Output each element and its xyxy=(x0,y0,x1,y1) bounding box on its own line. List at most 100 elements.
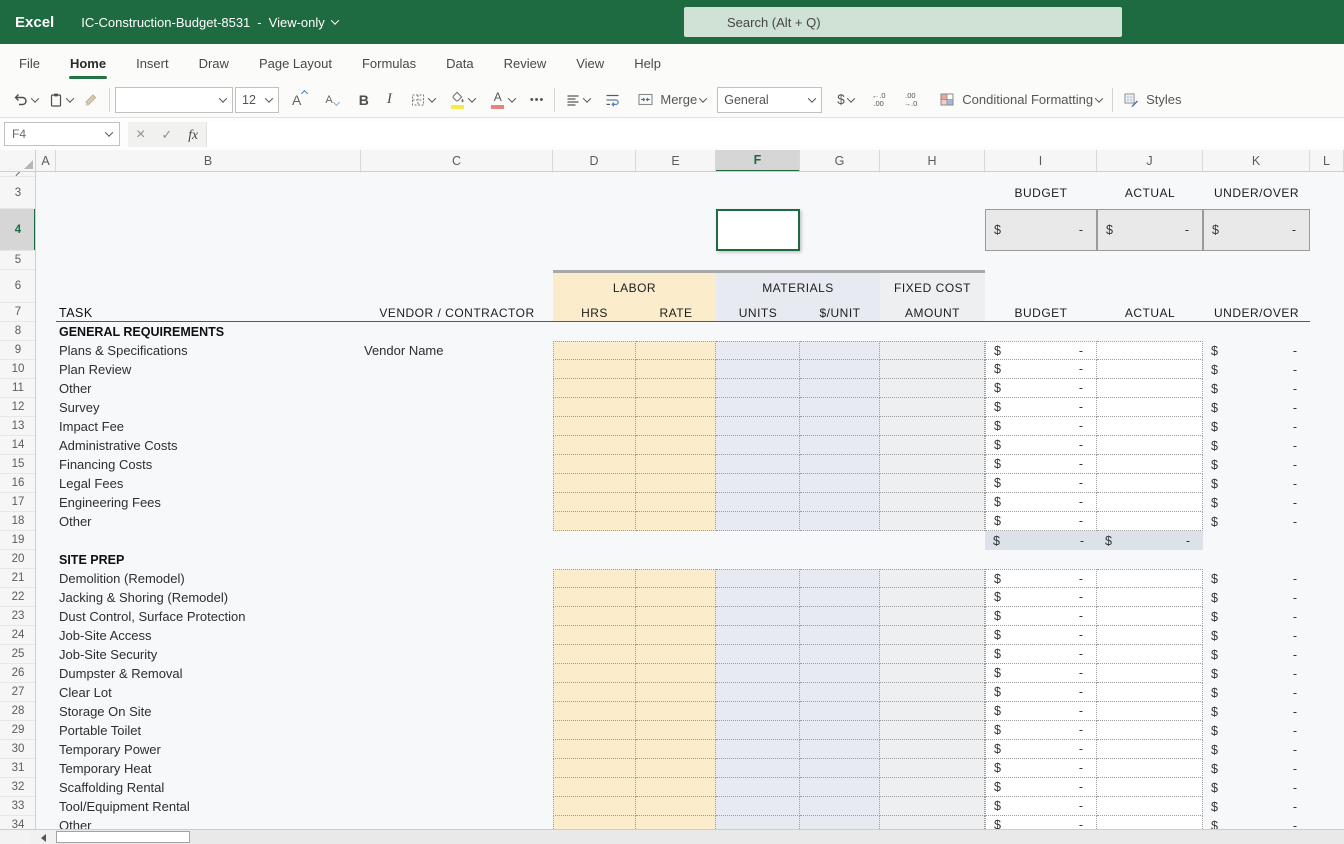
conditional-formatting-button[interactable]: Conditional Formatting xyxy=(934,86,1107,114)
cell-E24[interactable] xyxy=(636,626,716,645)
select-all-button[interactable] xyxy=(0,150,36,172)
cell-K22[interactable]: $- xyxy=(1203,588,1310,607)
cell-K15[interactable]: $- xyxy=(1203,455,1310,474)
row-header-13[interactable]: 13 xyxy=(0,417,36,436)
row-header-14[interactable]: 14 xyxy=(0,436,36,455)
cell-J29[interactable] xyxy=(1097,721,1203,740)
cell-J34[interactable] xyxy=(1097,816,1203,829)
cell-E12[interactable] xyxy=(636,398,716,417)
cell-J18[interactable] xyxy=(1097,512,1203,531)
tab-home[interactable]: Home xyxy=(55,44,121,82)
cell-G22[interactable] xyxy=(800,588,880,607)
cell-D27[interactable] xyxy=(553,683,636,702)
cell-D21[interactable] xyxy=(553,569,636,588)
cell-B32[interactable]: Scaffolding Rental xyxy=(56,778,361,797)
cell-J24[interactable] xyxy=(1097,626,1203,645)
cell-D24[interactable] xyxy=(553,626,636,645)
cell-J30[interactable] xyxy=(1097,740,1203,759)
cell-K10[interactable]: $- xyxy=(1203,360,1310,379)
cell-E34[interactable] xyxy=(636,816,716,829)
cell-H15[interactable] xyxy=(880,455,985,474)
currency-format-button[interactable]: $ xyxy=(832,86,859,114)
cell-B29[interactable]: Portable Toilet xyxy=(56,721,361,740)
row-header-15[interactable]: 15 xyxy=(0,455,36,474)
cell-H28[interactable] xyxy=(880,702,985,721)
grow-font-button[interactable]: A xyxy=(287,86,314,114)
cell-F18[interactable] xyxy=(716,512,800,531)
column-header-B[interactable]: B xyxy=(56,150,361,172)
cell-G15[interactable] xyxy=(800,455,880,474)
row-header-27[interactable]: 27 xyxy=(0,683,36,702)
cell-K18[interactable]: $- xyxy=(1203,512,1310,531)
cell-F24[interactable] xyxy=(716,626,800,645)
tab-formulas[interactable]: Formulas xyxy=(347,44,431,82)
cell-E28[interactable] xyxy=(636,702,716,721)
cell-F28[interactable] xyxy=(716,702,800,721)
row-header-9[interactable]: 9 xyxy=(0,341,36,360)
row-header-28[interactable]: 28 xyxy=(0,702,36,721)
row-header-33[interactable]: 33 xyxy=(0,797,36,816)
cell-K23[interactable]: $- xyxy=(1203,607,1310,626)
cell-B33[interactable]: Tool/Equipment Rental xyxy=(56,797,361,816)
cell-J11[interactable] xyxy=(1097,379,1203,398)
cell-G25[interactable] xyxy=(800,645,880,664)
row-header-16[interactable]: 16 xyxy=(0,474,36,493)
cell-H33[interactable] xyxy=(880,797,985,816)
cell-F26[interactable] xyxy=(716,664,800,683)
decrease-decimal-button[interactable]: ←.0 .00 xyxy=(867,86,891,114)
cell-I32[interactable]: $- xyxy=(985,778,1097,797)
cell-I18[interactable]: $- xyxy=(985,512,1097,531)
cell-D34[interactable] xyxy=(553,816,636,829)
cell-B30[interactable]: Temporary Power xyxy=(56,740,361,759)
fill-color-button[interactable] xyxy=(445,86,480,114)
cell-E30[interactable] xyxy=(636,740,716,759)
cell-G17[interactable] xyxy=(800,493,880,512)
cell-G33[interactable] xyxy=(800,797,880,816)
cell-E26[interactable] xyxy=(636,664,716,683)
cell-G18[interactable] xyxy=(800,512,880,531)
cell-G21[interactable] xyxy=(800,569,880,588)
cell-J12[interactable] xyxy=(1097,398,1203,417)
cell-G29[interactable] xyxy=(800,721,880,740)
cell-E33[interactable] xyxy=(636,797,716,816)
tab-help[interactable]: Help xyxy=(619,44,676,82)
cell-H13[interactable] xyxy=(880,417,985,436)
cell-B12[interactable]: Survey xyxy=(56,398,361,417)
cell-I14[interactable]: $- xyxy=(985,436,1097,455)
cell-J23[interactable] xyxy=(1097,607,1203,626)
cell-I4[interactable]: $- xyxy=(985,209,1097,251)
row-header-18[interactable]: 18 xyxy=(0,512,36,531)
row-header-7[interactable]: 7 xyxy=(0,303,36,322)
row-header-26[interactable]: 26 xyxy=(0,664,36,683)
cell-I9[interactable]: $- xyxy=(985,341,1097,360)
cell-I13[interactable]: $- xyxy=(985,417,1097,436)
cell-E23[interactable] xyxy=(636,607,716,626)
cell-K26[interactable]: $- xyxy=(1203,664,1310,683)
column-header-A[interactable]: A xyxy=(36,150,56,172)
cell-F15[interactable] xyxy=(716,455,800,474)
cell-F29[interactable] xyxy=(716,721,800,740)
wrap-text-button[interactable] xyxy=(599,86,626,114)
cell-D23[interactable] xyxy=(553,607,636,626)
borders-button[interactable] xyxy=(405,86,440,114)
cell-B23[interactable]: Dust Control, Surface Protection xyxy=(56,607,361,626)
cell-B10[interactable]: Plan Review xyxy=(56,360,361,379)
cell-B31[interactable]: Temporary Heat xyxy=(56,759,361,778)
cell-I25[interactable]: $- xyxy=(985,645,1097,664)
cell-E18[interactable] xyxy=(636,512,716,531)
cell-H12[interactable] xyxy=(880,398,985,417)
column-header-K[interactable]: K xyxy=(1203,150,1310,172)
cell-D18[interactable] xyxy=(553,512,636,531)
cell-J22[interactable] xyxy=(1097,588,1203,607)
column-header-F[interactable]: F xyxy=(716,150,800,172)
column-header-H[interactable]: H xyxy=(880,150,985,172)
cell-I29[interactable]: $- xyxy=(985,721,1097,740)
column-header-I[interactable]: I xyxy=(985,150,1097,172)
cell-G28[interactable] xyxy=(800,702,880,721)
cell-F23[interactable] xyxy=(716,607,800,626)
undo-button[interactable] xyxy=(8,86,43,114)
row-header-6[interactable]: 6 xyxy=(0,270,36,303)
cell-I33[interactable]: $- xyxy=(985,797,1097,816)
cell-B13[interactable]: Impact Fee xyxy=(56,417,361,436)
cell-G24[interactable] xyxy=(800,626,880,645)
